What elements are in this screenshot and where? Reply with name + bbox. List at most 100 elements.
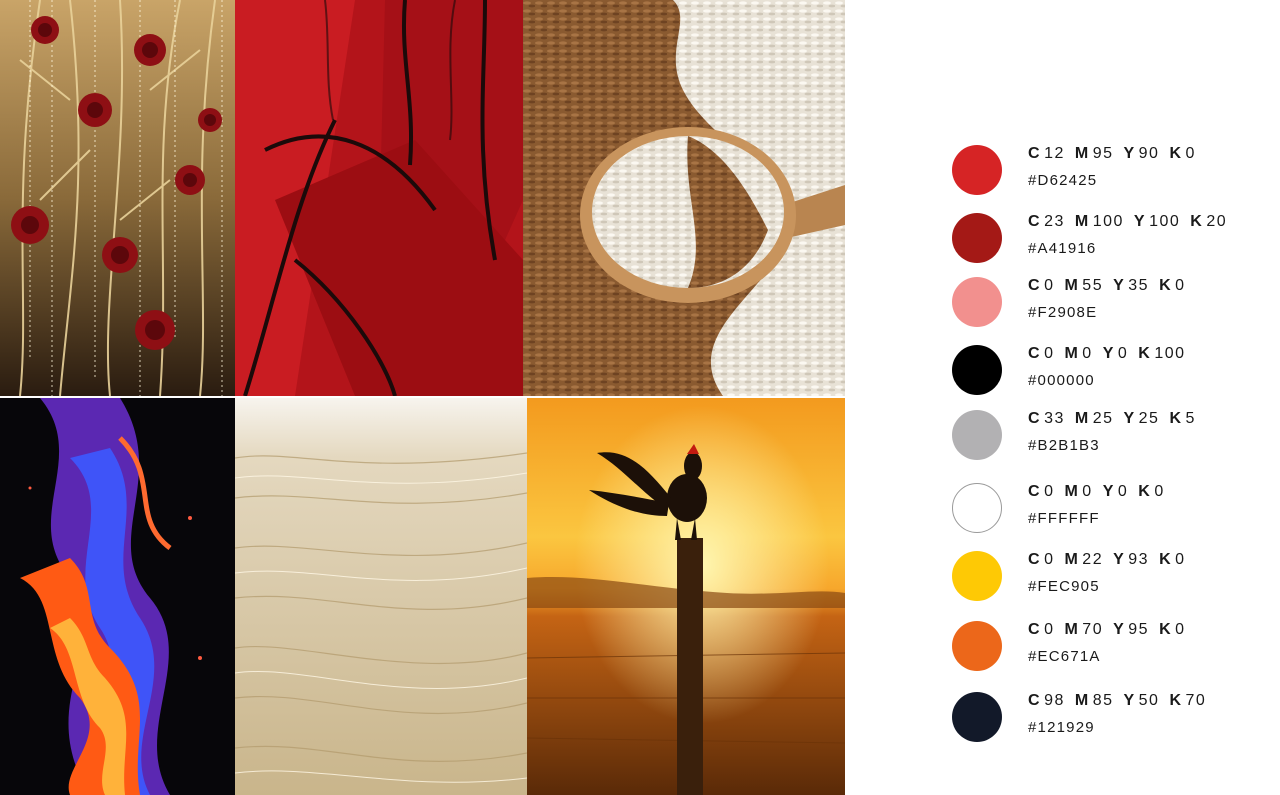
cmyk-m-value: 0 [1082, 483, 1093, 500]
swatch-hex: #F2908E [1028, 304, 1098, 321]
cmyk-y-label: Y [1113, 277, 1126, 294]
swatch-hex: #FEC905 [1028, 578, 1100, 595]
cmyk-y-value: 0 [1117, 345, 1129, 362]
cmyk-k-label: K [1138, 483, 1152, 500]
swatch-hex: #EC671A [1028, 648, 1101, 665]
swatch-color-dot [952, 410, 1002, 460]
cmyk-k-label: K [1190, 213, 1204, 230]
swatch-row: C 23 M 100 Y 100 K 20 #A41916 [950, 213, 1270, 273]
cmyk-c-value: 0 [1044, 551, 1055, 568]
cmyk-y-label: Y [1113, 551, 1126, 568]
cmyk-c-value: 0 [1044, 345, 1055, 362]
swatch-color-dot [952, 145, 1002, 195]
cmyk-k-value: 20 [1206, 213, 1228, 230]
rooster-sunset-photo [527, 398, 845, 795]
cmyk-c-label: C [1028, 483, 1042, 500]
cmyk-m-value: 22 [1082, 551, 1104, 568]
swatch-color-dot [952, 551, 1002, 601]
cmyk-c-value: 98 [1044, 692, 1065, 709]
cmyk-k-value: 5 [1185, 410, 1196, 427]
cmyk-y-label: Y [1113, 621, 1126, 638]
cmyk-c-label: C [1028, 551, 1042, 568]
cmyk-m-label: M [1064, 345, 1080, 362]
cmyk-m-label: M [1074, 410, 1090, 427]
cmyk-m-label: M [1074, 692, 1090, 709]
cmyk-y-label: Y [1102, 345, 1115, 362]
cmyk-c-label: C [1028, 145, 1042, 162]
cmyk-k-value: 0 [1175, 277, 1186, 294]
cmyk-y-label: Y [1123, 145, 1136, 162]
cmyk-m-value: 100 [1092, 213, 1124, 230]
swatch-hex: #A41916 [1028, 240, 1097, 257]
color-palette: C 12 M 95 Y 90 K 0 #D62425 C 23 M 100 Y 100 K 20 #A41916 C… [950, 0, 1270, 795]
cmyk-m-value: 55 [1082, 277, 1104, 294]
cmyk-c-label: C [1028, 345, 1042, 362]
swatch-row: C 33 M 25 Y 25 K 5 #B2B1B3 [950, 410, 1270, 470]
cmyk-c-value: 12 [1044, 145, 1065, 162]
cmyk-y-label: Y [1133, 213, 1147, 230]
cmyk-k-label: K [1138, 345, 1152, 362]
cmyk-y-value: 25 [1138, 410, 1160, 427]
cmyk-m-label: M [1064, 551, 1080, 568]
swatch-row: C 98 M 85 Y 50 K 70 #121929 [950, 692, 1270, 752]
cmyk-m-value: 85 [1092, 692, 1114, 709]
swatch-hex: #B2B1B3 [1028, 437, 1100, 454]
cmyk-m-label: M [1064, 483, 1080, 500]
cmyk-c-value: 33 [1044, 410, 1065, 427]
cmyk-k-label: K [1169, 410, 1183, 427]
cmyk-y-label: Y [1102, 483, 1115, 500]
cmyk-k-label: K [1159, 551, 1173, 568]
swatch-cmyk: C 0 M 0 Y 0 K 100 [1028, 345, 1196, 363]
cmyk-y-label: Y [1123, 410, 1136, 427]
cmyk-k-value: 100 [1154, 345, 1186, 362]
cmyk-y-value: 35 [1128, 277, 1150, 294]
cmyk-m-label: M [1074, 213, 1090, 230]
flames-photo [0, 398, 235, 795]
swatch-color-dot [952, 692, 1002, 742]
cmyk-c-label: C [1028, 410, 1042, 427]
cmyk-k-value: 0 [1185, 145, 1196, 162]
swatch-cmyk: C 23 M 100 Y 100 K 20 [1028, 213, 1237, 231]
cmyk-k-label: K [1159, 621, 1173, 638]
swatch-color-dot [952, 277, 1002, 327]
cmyk-k-value: 0 [1175, 551, 1186, 568]
swatch-row: C 0 M 0 Y 0 K 100 #000000 [950, 345, 1270, 405]
swatch-row: C 0 M 22 Y 93 K 0 #FEC905 [950, 551, 1270, 611]
swatch-cmyk: C 98 M 85 Y 50 K 70 [1028, 692, 1216, 710]
cmyk-m-value: 25 [1092, 410, 1114, 427]
cmyk-y-value: 50 [1138, 692, 1160, 709]
cmyk-c-value: 0 [1044, 621, 1055, 638]
cmyk-m-label: M [1074, 145, 1090, 162]
moodboard-grid [0, 0, 845, 795]
swatch-cmyk: C 12 M 95 Y 90 K 0 [1028, 145, 1206, 163]
swatch-row: C 12 M 95 Y 90 K 0 #D62425 [950, 145, 1270, 205]
cmyk-k-label: K [1169, 145, 1183, 162]
red-feathers-photo [235, 0, 523, 396]
cmyk-k-value: 0 [1154, 483, 1165, 500]
swatch-cmyk: C 0 M 22 Y 93 K 0 [1028, 551, 1196, 569]
wheat-field-photo [235, 398, 527, 795]
cmyk-k-label: K [1159, 277, 1173, 294]
cmyk-k-label: K [1169, 692, 1183, 709]
cmyk-c-value: 23 [1044, 213, 1065, 230]
cmyk-y-value: 90 [1138, 145, 1160, 162]
swatch-color-dot [952, 621, 1002, 671]
cmyk-c-label: C [1028, 692, 1042, 709]
swatch-cmyk: C 33 M 25 Y 25 K 5 [1028, 410, 1206, 428]
swatch-row: C 0 M 0 Y 0 K 0 #FFFFFF [950, 483, 1270, 543]
cmyk-y-value: 100 [1149, 213, 1181, 230]
swatch-row: C 0 M 55 Y 35 K 0 #F2908E [950, 277, 1270, 337]
cmyk-y-value: 93 [1128, 551, 1150, 568]
cmyk-c-value: 0 [1044, 483, 1055, 500]
cmyk-m-label: M [1064, 621, 1080, 638]
cmyk-c-label: C [1028, 621, 1042, 638]
cmyk-c-value: 0 [1044, 277, 1055, 294]
cmyk-y-value: 95 [1128, 621, 1150, 638]
swatch-cmyk: C 0 M 70 Y 95 K 0 [1028, 621, 1196, 639]
cmyk-c-label: C [1028, 277, 1042, 294]
swatch-hex: #121929 [1028, 719, 1095, 736]
cmyk-m-value: 95 [1092, 145, 1114, 162]
cmyk-k-value: 0 [1175, 621, 1186, 638]
cmyk-m-label: M [1064, 277, 1080, 294]
cmyk-k-value: 70 [1185, 692, 1207, 709]
